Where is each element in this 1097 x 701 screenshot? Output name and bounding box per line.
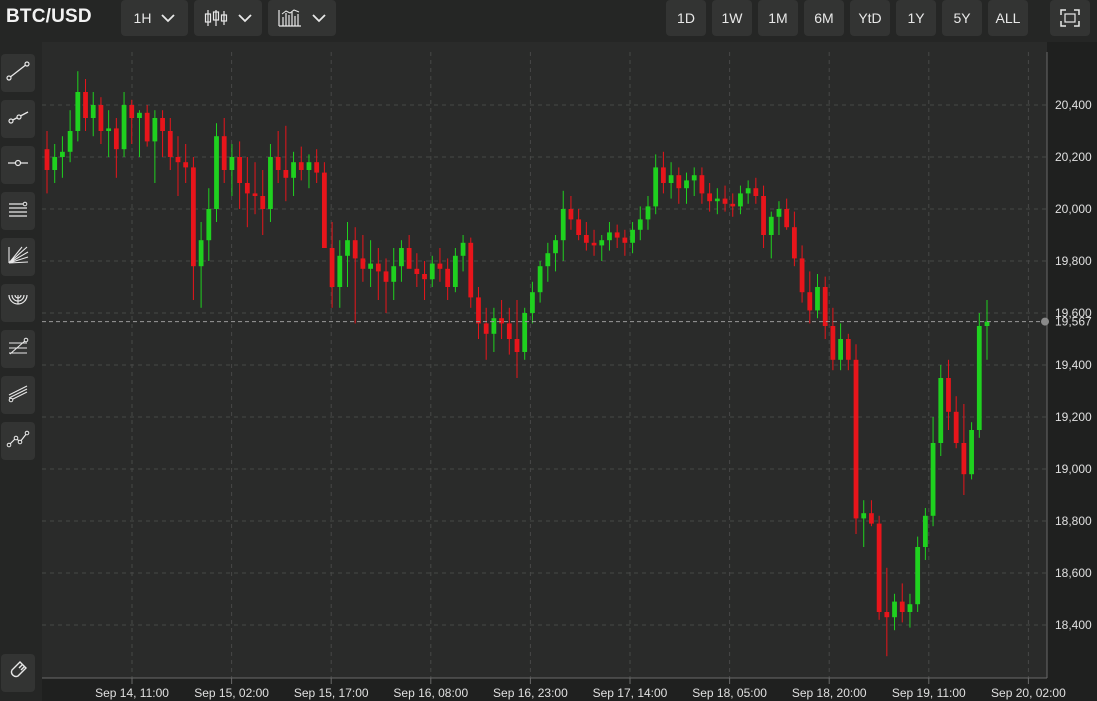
range-1y-button[interactable]: 1Y [896,0,936,36]
candle [468,237,474,308]
x-tick-label: Sep 15, 02:00 [194,686,269,700]
candle [876,515,882,620]
pitchfork-tool[interactable] [1,376,35,414]
symbol-title: BTC/USD [6,6,92,27]
chevron-down-icon [238,13,252,23]
x-tick-label: Sep 14, 11:00 [95,686,169,700]
x-tick-label: Sep 18, 20:00 [792,686,867,700]
candle [969,422,974,480]
candlestick-icon [204,9,228,27]
indicators-dropdown[interactable] [268,0,336,36]
x-tick-label: Sep 19, 11:00 [892,686,966,700]
fib-retracement-tool[interactable] [1,330,35,368]
pitchfork-icon [6,383,30,408]
y-tick-label: 19,200 [1055,410,1092,424]
x-tick-label: Sep 17, 14:00 [593,686,668,700]
chevron-down-icon [161,13,176,23]
chart-type-dropdown[interactable] [194,0,262,36]
y-tick-label: 19,400 [1055,358,1092,372]
interval-label: 1H [133,10,152,26]
x-axis-labels: Sep 14, 11:00 Sep 15, 02:00 Sep 15, 17:00 S… [95,678,1066,700]
price-chart[interactable]: 18,40018,60018,80019,00019,20019,40019,6… [0,0,1097,701]
range-6m-button[interactable]: 6M [804,0,844,36]
path-tool[interactable] [1,422,35,460]
candle [853,344,859,534]
fullscreen-icon [1060,9,1080,27]
last-price-label: 19,567 [1055,315,1092,329]
magnet-icon [7,660,29,687]
range-5y-button[interactable]: 5Y [942,0,982,36]
range-ytd-button[interactable]: YtD [850,0,890,36]
y-tick-label: 20,000 [1055,202,1092,216]
plot-area [42,42,1047,678]
path-icon [6,429,30,454]
candle [938,365,944,456]
last-price-dot [1041,317,1049,326]
fullscreen-button[interactable] [1050,0,1090,36]
x-tick-label: Sep 16, 23:00 [493,686,568,700]
trend-line-tool[interactable] [1,54,35,92]
ray-tool[interactable] [1,100,35,138]
y-axis-labels: 18,40018,60018,80019,00019,20019,40019,6… [1055,98,1092,632]
range-1d-button[interactable]: 1D [666,0,706,36]
y-tick-label: 19,000 [1055,462,1092,476]
range-1w-button[interactable]: 1W [712,0,752,36]
trend-line-icon [6,60,30,86]
horizontal-line-icon [6,153,30,178]
y-tick-label: 18,600 [1055,566,1092,580]
parallel-channel-tool[interactable] [1,192,35,230]
bar-chart-icon [278,9,302,27]
interval-dropdown[interactable]: 1H [121,0,188,36]
fib-retracement-icon [6,337,30,362]
candle [976,313,982,438]
candle [321,162,327,248]
candle [915,536,921,612]
fib-arc-tool[interactable] [1,284,35,322]
x-tick-label: Sep 16, 08:00 [393,686,468,700]
y-tick-label: 19,800 [1055,254,1092,268]
range-all-button[interactable]: ALL [988,0,1028,36]
fib-fan-icon [6,245,30,270]
y-tick-label: 20,400 [1055,98,1092,112]
candle [522,307,528,360]
ray-icon [6,107,30,132]
x-tick-label: Sep 20, 02:00 [991,686,1066,700]
fib-arc-icon [6,291,30,316]
chart-header: BTC/USD 1H 1D 1W 1M 6M YtD 1Y 5Y ALL [0,0,1097,42]
x-tick-label: Sep 18, 05:00 [692,686,767,700]
candle [214,123,219,222]
y-tick-label: 18,800 [1055,514,1092,528]
drawing-toolbar [0,42,42,701]
horizontal-line-tool[interactable] [1,146,35,184]
y-tick-label: 18,400 [1055,618,1092,632]
parallel-channel-icon [6,199,30,224]
chevron-down-icon [312,13,326,23]
y-tick-label: 20,200 [1055,150,1092,164]
magnet-tool[interactable] [1,654,35,692]
fib-fan-tool[interactable] [1,238,35,276]
range-1m-button[interactable]: 1M [758,0,798,36]
x-tick-label: Sep 15, 17:00 [294,686,369,700]
